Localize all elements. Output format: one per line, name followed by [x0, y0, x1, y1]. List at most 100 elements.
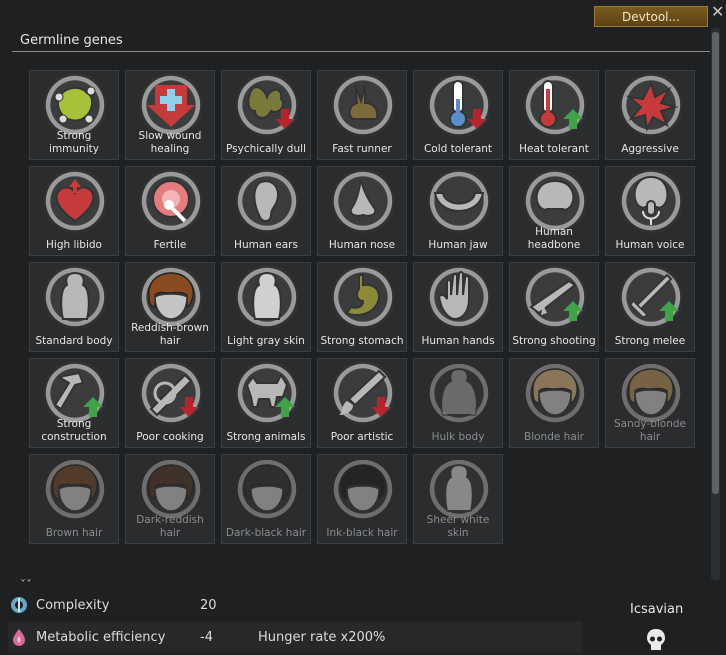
skull-icon: [535, 179, 575, 211]
gene-card[interactable]: Human hands: [413, 262, 503, 352]
gene-card[interactable]: Psychically dull: [221, 70, 311, 160]
gene-card[interactable]: Slow wound healing: [125, 70, 215, 160]
sword-icon: [630, 273, 679, 321]
gene-card[interactable]: Aggressive: [605, 70, 695, 160]
close-icon[interactable]: ✕: [711, 2, 724, 21]
scrollbar-thumb[interactable]: [712, 32, 719, 494]
gene-label: Dark-reddish hair: [136, 514, 204, 539]
immunity-icon: [54, 86, 96, 124]
gene-card[interactable]: Hulk body: [413, 358, 503, 448]
psychic-icon: [247, 86, 295, 129]
gene-card[interactable]: Human nose: [317, 166, 407, 256]
metabolic-row: Metabolic efficiency -4 Hunger rate x200…: [10, 628, 385, 646]
gene-card[interactable]: Strong immunity: [29, 70, 119, 160]
gene-label: Heat tolerant: [519, 143, 589, 155]
gene-card[interactable]: Poor cooking: [125, 358, 215, 448]
gene-label: Strong immunity: [49, 130, 99, 155]
gene-label: Sandy-blonde hair: [613, 418, 687, 443]
xenotype-name: Icsavian: [630, 602, 684, 617]
gene-grid: Strong immunity Slow wound healing Psychic…: [12, 56, 708, 576]
gene-card[interactable]: Strong shooting: [509, 262, 599, 352]
gene-label: Strong animals: [226, 431, 306, 443]
thermometer-heat-icon: [539, 80, 583, 129]
skin-icon: [444, 463, 474, 512]
thermometer-cold-icon: [449, 80, 487, 129]
aggression-icon: [625, 80, 679, 133]
gene-label: Light gray skin: [227, 335, 305, 347]
gene-label: Poor artistic: [330, 431, 394, 443]
gene-card[interactable]: Cold tolerant: [413, 70, 503, 160]
heart-icon: [55, 179, 95, 223]
gene-label: Human headbone: [527, 226, 581, 251]
gene-card[interactable]: Strong construction: [29, 358, 119, 448]
gene-card[interactable]: Human headbone: [509, 166, 599, 256]
complexity-icon: [11, 597, 27, 613]
gene-card[interactable]: Strong stomach: [317, 262, 407, 352]
skin-icon: [252, 271, 282, 320]
gene-card[interactable]: Human jaw: [413, 166, 503, 256]
gene-card[interactable]: Blonde hair: [509, 358, 599, 448]
hair-icon: [244, 464, 290, 512]
metabolic-label: Metabolic efficiency: [36, 629, 166, 645]
hair-icon: [148, 272, 194, 320]
hair-icon: [340, 464, 386, 512]
stomach-icon: [345, 274, 380, 316]
complexity-label: Complexity: [36, 597, 110, 613]
complexity-row: Complexity 20: [10, 596, 217, 614]
gene-label: Fertile: [153, 239, 187, 251]
nose-icon: [349, 178, 377, 217]
gene-label: Strong construction: [41, 418, 107, 443]
gene-label: Ink-black hair: [326, 527, 398, 539]
gene-label: Standard body: [35, 335, 113, 347]
gene-label: Human hands: [421, 335, 495, 347]
gene-label: Human voice: [615, 239, 685, 251]
gene-card[interactable]: Sheer white skin: [413, 454, 503, 544]
rifle-icon: [529, 279, 583, 321]
devtool-button[interactable]: Devtool...: [594, 6, 708, 27]
gene-card[interactable]: Fertile: [125, 166, 215, 256]
gene-card[interactable]: Strong melee: [605, 262, 695, 352]
hammer-icon: [53, 371, 103, 417]
hair-icon: [628, 368, 674, 416]
gene-label: Sheer white skin: [426, 514, 490, 539]
cooking-icon: [149, 373, 199, 417]
gene-label: Blonde hair: [524, 431, 584, 443]
gene-card[interactable]: Light gray skin: [221, 262, 311, 352]
gene-card[interactable]: Standard body: [29, 262, 119, 352]
xenotype-skull-icon[interactable]: [645, 628, 667, 652]
hulk-body-icon: [440, 367, 478, 416]
animal-icon: [245, 372, 295, 417]
gene-label: Human nose: [328, 239, 396, 251]
gene-card[interactable]: Strong animals: [221, 358, 311, 448]
metabolism-icon: [13, 629, 25, 646]
hand-icon: [437, 271, 470, 321]
gene-label: Slow wound healing: [138, 130, 202, 155]
gene-card[interactable]: Brown hair: [29, 454, 119, 544]
body-icon: [60, 271, 90, 320]
gene-label: Cold tolerant: [423, 143, 493, 155]
hair-icon: [148, 464, 194, 512]
gene-label: Poor cooking: [136, 431, 204, 443]
gene-label: Hulk body: [431, 431, 485, 443]
gene-card[interactable]: High libido: [29, 166, 119, 256]
gene-card[interactable]: Ink-black hair: [317, 454, 407, 544]
gene-label: Psychically dull: [226, 143, 306, 155]
gene-card[interactable]: Reddish-brown hair: [125, 262, 215, 352]
gene-label: Dark-black hair: [225, 527, 307, 539]
partial-text: ˇˇ: [20, 578, 32, 592]
gene-card[interactable]: Heat tolerant: [509, 70, 599, 160]
scrollbar[interactable]: [711, 28, 720, 580]
gene-label: Strong shooting: [512, 335, 596, 347]
gene-card[interactable]: Fast runner: [317, 70, 407, 160]
gene-label: Strong melee: [614, 335, 686, 347]
artistic-icon: [339, 369, 391, 417]
gene-card[interactable]: Human ears: [221, 166, 311, 256]
voice-icon: [633, 175, 669, 225]
gene-card[interactable]: Dark-black hair: [221, 454, 311, 544]
gene-card[interactable]: Human voice: [605, 166, 695, 256]
hunger-rate: Hunger rate x200%: [258, 629, 386, 645]
gene-card[interactable]: Sandy-blonde hair: [605, 358, 695, 448]
gene-label: Strong stomach: [320, 335, 404, 347]
gene-card[interactable]: Poor artistic: [317, 358, 407, 448]
gene-card[interactable]: Dark-reddish hair: [125, 454, 215, 544]
